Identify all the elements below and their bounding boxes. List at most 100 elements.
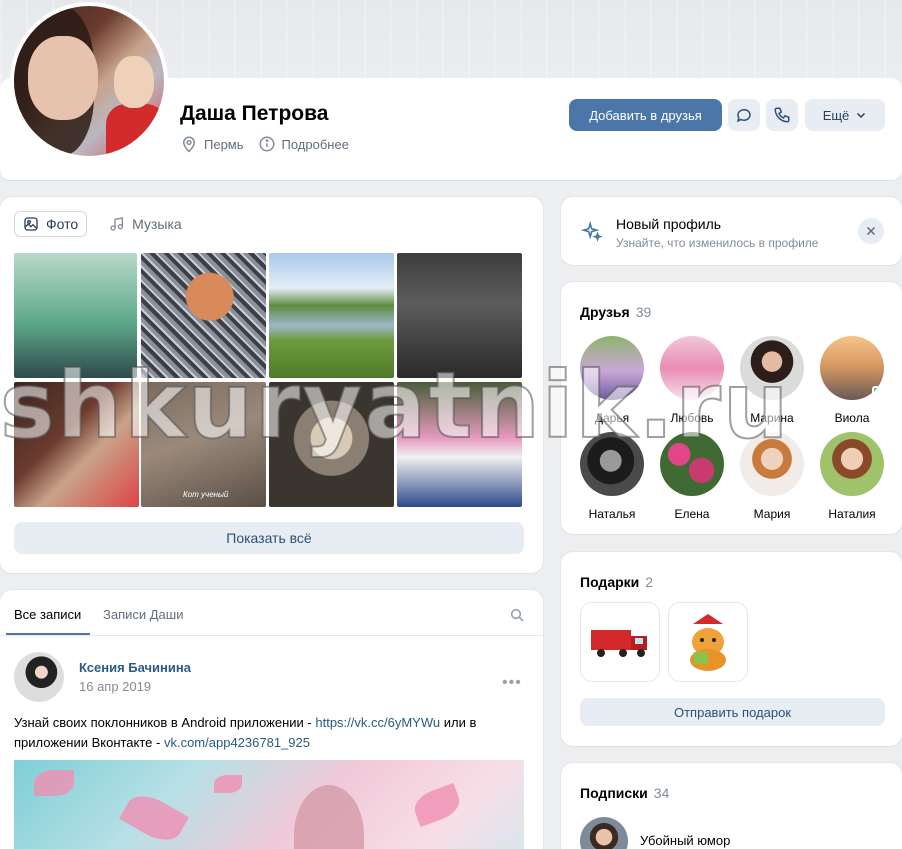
friend-item[interactable]: Мария: [736, 432, 808, 521]
gift-item[interactable]: [580, 602, 660, 682]
friend-item[interactable]: Дарья: [576, 336, 648, 425]
post-text: Узнай своих поклонников в Android прилож…: [14, 713, 524, 753]
show-all-button[interactable]: Показать всё: [14, 522, 524, 554]
post-menu-icon[interactable]: •••: [502, 674, 522, 692]
online-indicator: [872, 386, 882, 396]
send-gift-button[interactable]: Отправить подарок: [580, 698, 885, 726]
friend-item[interactable]: Наталия: [816, 432, 888, 521]
new-profile-title: Новый профиль: [616, 216, 722, 232]
friend-item[interactable]: Любовь: [656, 336, 728, 425]
friends-title[interactable]: Друзья 39: [580, 304, 651, 320]
call-button[interactable]: [766, 99, 798, 131]
photo-thumbnail[interactable]: [397, 382, 522, 507]
photo-thumbnail[interactable]: [269, 253, 394, 378]
city-label: Пермь: [204, 136, 244, 152]
friend-avatar: [740, 432, 804, 496]
subscriptions-count: 34: [653, 785, 670, 801]
post-link[interactable]: vk.com/app4236781_925: [164, 735, 310, 750]
subscription-avatar[interactable]: [580, 817, 628, 849]
chevron-down-icon: [857, 112, 866, 119]
media-card: Фото Музыка Кот ученый Показать всё: [0, 197, 543, 573]
gift-item[interactable]: [668, 602, 748, 682]
friend-name: Елена: [674, 507, 710, 521]
gifts-title[interactable]: Подарки 2: [580, 574, 653, 590]
active-tab-indicator: [6, 633, 90, 635]
photo-thumbnail[interactable]: [14, 382, 139, 507]
sparkle-icon: [581, 221, 603, 242]
profile-avatar[interactable]: [10, 2, 168, 160]
friend-name: Дарья: [594, 411, 630, 425]
friend-name: Наталья: [588, 507, 636, 521]
post-image[interactable]: [14, 760, 524, 849]
friends-title-label: Друзья: [580, 304, 630, 320]
photo-thumbnail[interactable]: [397, 253, 522, 378]
wall-tabs: Все записи Записи Даши: [0, 590, 543, 636]
friend-name: Виола: [834, 411, 870, 425]
subscriptions-card: Подписки 34 Убойный юмор: [561, 763, 902, 849]
friend-avatar: [660, 432, 724, 496]
photo-caption: Кот ученый: [183, 490, 229, 499]
search-icon[interactable]: [509, 607, 525, 623]
city-info[interactable]: Пермь: [180, 135, 244, 153]
friend-item[interactable]: Виола: [816, 336, 888, 425]
friend-item[interactable]: Марина: [736, 336, 808, 425]
friend-avatar: [820, 336, 884, 400]
tab-music[interactable]: Музыка: [101, 211, 190, 237]
friend-avatar: [740, 336, 804, 400]
friend-avatar: [580, 336, 644, 400]
new-profile-subtitle: Узнайте, что изменилось в профиле: [616, 236, 819, 250]
tab-photos[interactable]: Фото: [14, 211, 88, 237]
media-tabs: Фото Музыка: [14, 211, 190, 237]
friend-avatar: [660, 336, 724, 400]
close-button[interactable]: [858, 218, 884, 244]
friend-name: Наталия: [828, 507, 876, 521]
subscriptions-title-label: Подписки: [580, 785, 648, 801]
gifts-card: Подарки 2 Отправить подарок: [561, 552, 902, 746]
post-date[interactable]: 16 апр 2019: [79, 679, 151, 694]
location-pin-icon: [182, 136, 196, 153]
phone-icon: [774, 107, 790, 123]
friend-name: Мария: [753, 507, 791, 521]
message-button[interactable]: [728, 99, 760, 131]
subscriptions-title[interactable]: Подписки 34: [580, 785, 669, 801]
add-friend-button[interactable]: Добавить в друзья: [569, 99, 722, 131]
friends-count: 39: [635, 304, 652, 320]
tab-owner-posts[interactable]: Записи Даши: [103, 607, 183, 622]
info-icon: [259, 136, 275, 152]
photo-thumbnail[interactable]: [269, 382, 394, 507]
post-text-part: Узнай своих поклонников в Android прилож…: [14, 715, 316, 730]
profile-meta: Пермь Подробнее: [180, 135, 349, 153]
friend-avatar: [580, 432, 644, 496]
photo-thumbnail[interactable]: [14, 253, 137, 378]
friends-card: Друзья 39 Дарья Любовь Марина Виола Натал…: [561, 282, 902, 534]
tab-music-label: Музыка: [132, 216, 182, 232]
tab-photos-label: Фото: [46, 216, 79, 232]
subscription-name[interactable]: Убойный юмор: [640, 833, 730, 848]
message-icon: [736, 108, 751, 123]
photo-thumbnail[interactable]: [141, 253, 266, 378]
friend-item[interactable]: Наталья: [576, 432, 648, 521]
post-link[interactable]: https://vk.cc/6yMYWu: [315, 715, 440, 730]
tab-all-posts[interactable]: Все записи: [14, 607, 81, 622]
gifts-title-label: Подарки: [580, 574, 640, 590]
details-label: Подробнее: [281, 136, 349, 152]
avatar-photo: [14, 6, 164, 156]
photo-thumbnail[interactable]: Кот ученый: [141, 382, 266, 507]
wall-card: Все записи Записи Даши Ксения Бачинина 1…: [0, 590, 543, 849]
gifts-count: 2: [645, 574, 654, 590]
close-icon: [866, 226, 876, 236]
profile-name: Даша Петрова: [180, 102, 329, 125]
truck-gift-icon: [591, 630, 647, 657]
music-note-icon: [110, 217, 124, 231]
more-button[interactable]: Ещё: [805, 99, 885, 131]
details-link[interactable]: Подробнее: [258, 135, 349, 153]
friend-item[interactable]: Елена: [656, 432, 728, 521]
post-author-avatar[interactable]: [14, 652, 64, 702]
new-profile-banner[interactable]: Новый профиль Узнайте, что изменилось в …: [561, 197, 902, 265]
photo-icon: [24, 217, 38, 231]
photo-grid: Кот ученый: [14, 253, 524, 507]
post-author[interactable]: Ксения Бачинина: [79, 660, 191, 675]
friend-avatar: [820, 432, 884, 496]
friend-name: Марина: [750, 411, 794, 425]
more-label: Ещё: [822, 107, 850, 123]
